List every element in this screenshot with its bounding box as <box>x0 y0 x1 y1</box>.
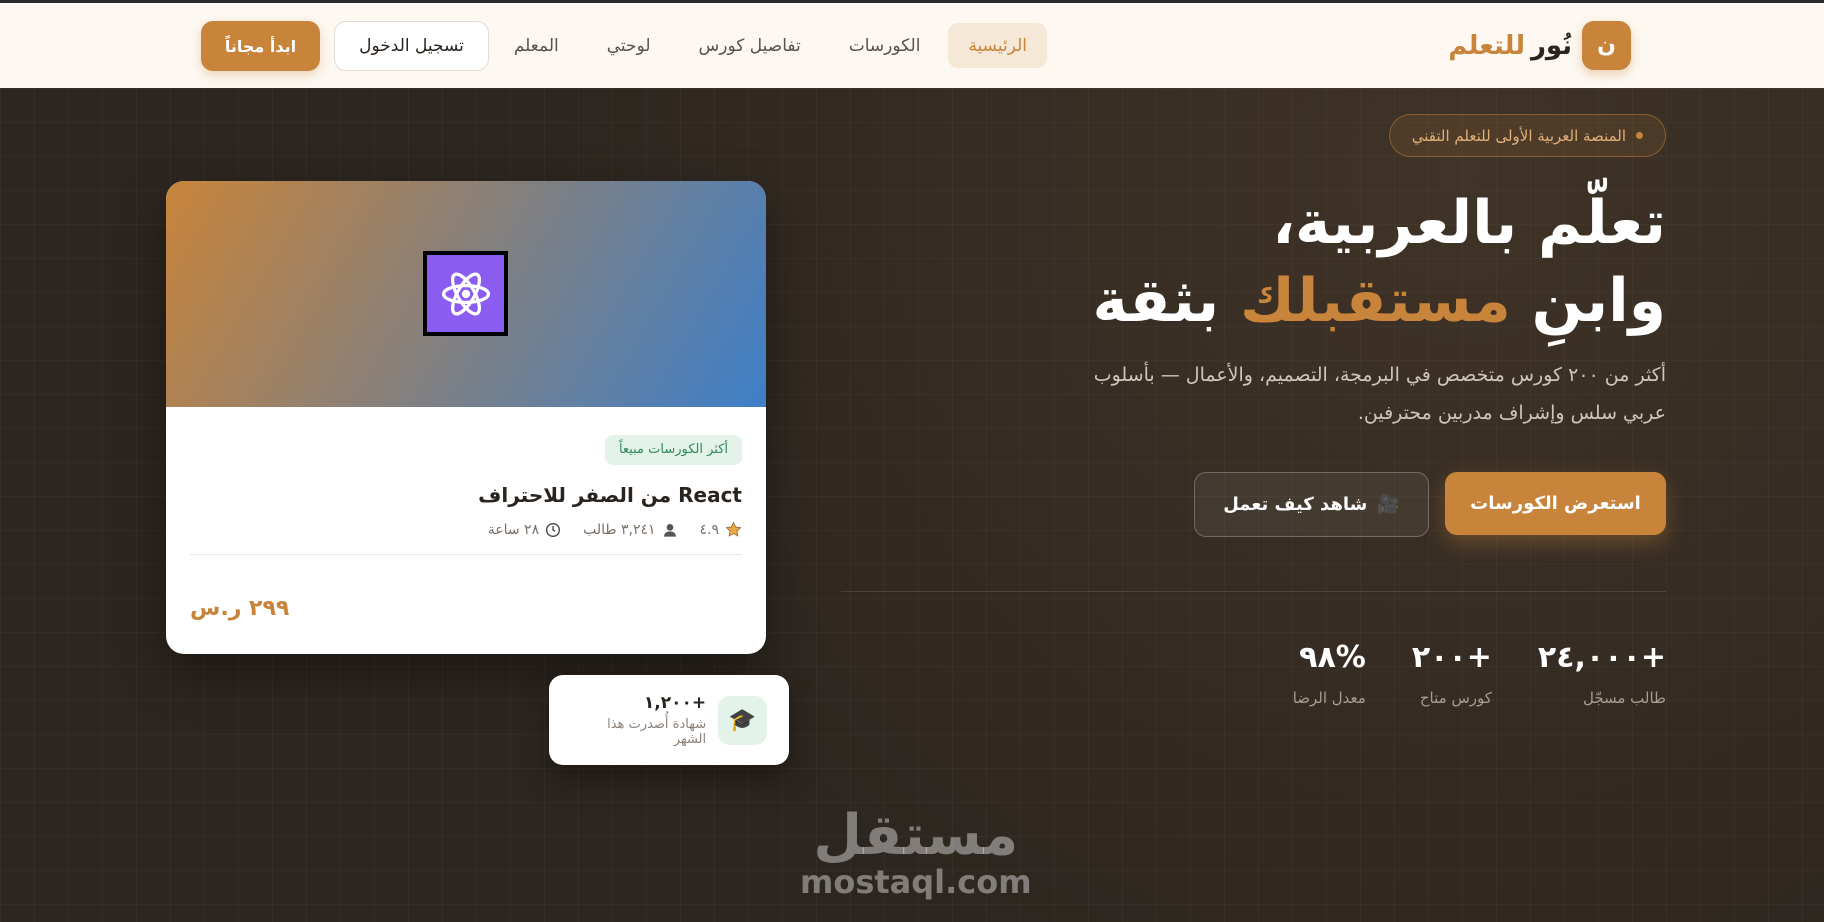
nav-course-details[interactable]: تفاصيل كورس <box>679 23 821 68</box>
course-students: ٣,٢٤١ طالب <box>583 522 677 538</box>
headline-line-2-end: بثقة <box>1092 266 1220 336</box>
start-free-button[interactable]: ابدأ مجاناً <box>201 21 320 71</box>
nav-courses[interactable]: الكورسات <box>829 23 941 68</box>
stat-value: %٩٨ <box>1299 640 1366 675</box>
header-actions: ابدأ مجاناً تسجيل الدخول <box>201 21 489 71</box>
hero-subtitle: أكثر من ٢٠٠ كورس متخصص في البرمجة، التصم… <box>1093 364 1666 424</box>
watermark-latin: mostaql.com <box>800 863 1032 901</box>
course-rating: ٤.٩ <box>700 521 743 538</box>
students-value: ٣,٢٤١ طالب <box>583 521 656 538</box>
stat-label: معدل الرضا <box>1292 689 1366 707</box>
stat-value: +٢٠٠ <box>1411 640 1492 675</box>
movie-camera-icon: 🎥 <box>1377 494 1400 515</box>
stat-label: كورس متاح <box>1419 689 1492 707</box>
atom-icon <box>423 251 508 336</box>
stat-value: +٢٤,٠٠٠ <box>1537 640 1666 675</box>
course-price: ٢٩٩ ر.س <box>190 596 290 621</box>
site-header: ن نُور للتعلم الرئيسية الكورسات تفاصيل ك… <box>0 3 1824 88</box>
card-divider <box>190 554 742 555</box>
clock-icon <box>546 522 561 537</box>
headline-line-1: تعلّم بالعربية، <box>1272 188 1666 258</box>
brand-logo[interactable]: ن نُور للتعلم <box>1448 21 1631 70</box>
cert-count: +١,٢٠٠ <box>643 693 707 713</box>
star-icon <box>725 521 742 537</box>
nav-instructor[interactable]: المعلم <box>494 23 579 68</box>
brand-name: نُور للتعلم <box>1448 31 1572 61</box>
brand-mark-icon: ن <box>1582 21 1631 70</box>
bestseller-tag: أكثر الكورسات مبيعاً <box>604 435 742 465</box>
certificates-floating-card: 🎓 +١,٢٠٠ شهادة أُصدرت هذا الشهر <box>549 675 789 765</box>
login-button[interactable]: تسجيل الدخول <box>334 21 489 71</box>
duration-value: ٢٨ ساعة <box>487 521 540 538</box>
badge-text: المنصة العربية الأولى للتعلم التقني <box>1411 126 1626 145</box>
user-icon <box>663 523 676 537</box>
hero-actions: استعرض الكورسات 🎥 شاهد كيف تعمل <box>1194 472 1666 537</box>
headline-line-2-start: وابنِ <box>1531 266 1666 336</box>
watermark-arabic: مستقل <box>813 803 1019 868</box>
course-title[interactable]: React من الصفر للاحتراف <box>190 483 742 507</box>
featured-course-card[interactable]: أكثر الكورسات مبيعاً React من الصفر للاح… <box>166 181 766 654</box>
watermark-logo: مستقل mostaql.com <box>800 803 1032 901</box>
headline-accent: مستقبلك <box>1239 266 1511 336</box>
hero-headline: تعلّم بالعربية، وابنِ مستقبلك بثقة <box>1093 184 1667 340</box>
badge-dot-icon <box>1636 132 1643 139</box>
headline-line-2: وابنِ مستقبلك بثقة <box>1093 262 1667 340</box>
cert-label: شهادة أُصدرت هذا الشهر <box>607 717 707 747</box>
stat-label: طالب مسجّل <box>1582 689 1666 707</box>
rating-value: ٤.٩ <box>699 521 720 538</box>
watch-how-button[interactable]: 🎥 شاهد كيف تعمل <box>1194 472 1429 537</box>
stat-students: +٢٤,٠٠٠ طالب مسجّل <box>1538 640 1666 707</box>
brand-name-primary: نُور <box>1530 30 1572 61</box>
watch-how-label: شاهد كيف تعمل <box>1223 494 1368 515</box>
nav-home[interactable]: الرئيسية <box>948 23 1047 68</box>
hero-badge: المنصة العربية الأولى للتعلم التقني <box>1388 114 1666 157</box>
brand-name-accent: للتعلم <box>1448 30 1525 61</box>
course-duration: ٢٨ ساعة <box>488 522 561 538</box>
nav-dashboard[interactable]: لوحتي <box>587 23 671 68</box>
main-nav: الرئيسية الكورسات تفاصيل كورس لوحتي المع… <box>494 23 1047 68</box>
hero-stats: +٢٤,٠٠٠ طالب مسجّل +٢٠٠ كورس متاح %٩٨ مع… <box>1293 640 1666 707</box>
stat-satisfaction: %٩٨ معدل الرضا <box>1293 640 1366 707</box>
browse-courses-button[interactable]: استعرض الكورسات <box>1445 472 1666 535</box>
course-body: أكثر الكورسات مبيعاً React من الصفر للاح… <box>166 407 766 555</box>
graduation-cap-icon: 🎓 <box>718 695 767 745</box>
cert-text: +١,٢٠٠ شهادة أُصدرت هذا الشهر <box>571 693 706 747</box>
hero-divider <box>841 591 1666 592</box>
stat-courses: +٢٠٠ كورس متاح <box>1412 640 1492 707</box>
course-meta: ٤.٩ ٣,٢٤١ طالب ٢٨ ساعة <box>190 521 742 538</box>
course-cover <box>166 181 766 407</box>
